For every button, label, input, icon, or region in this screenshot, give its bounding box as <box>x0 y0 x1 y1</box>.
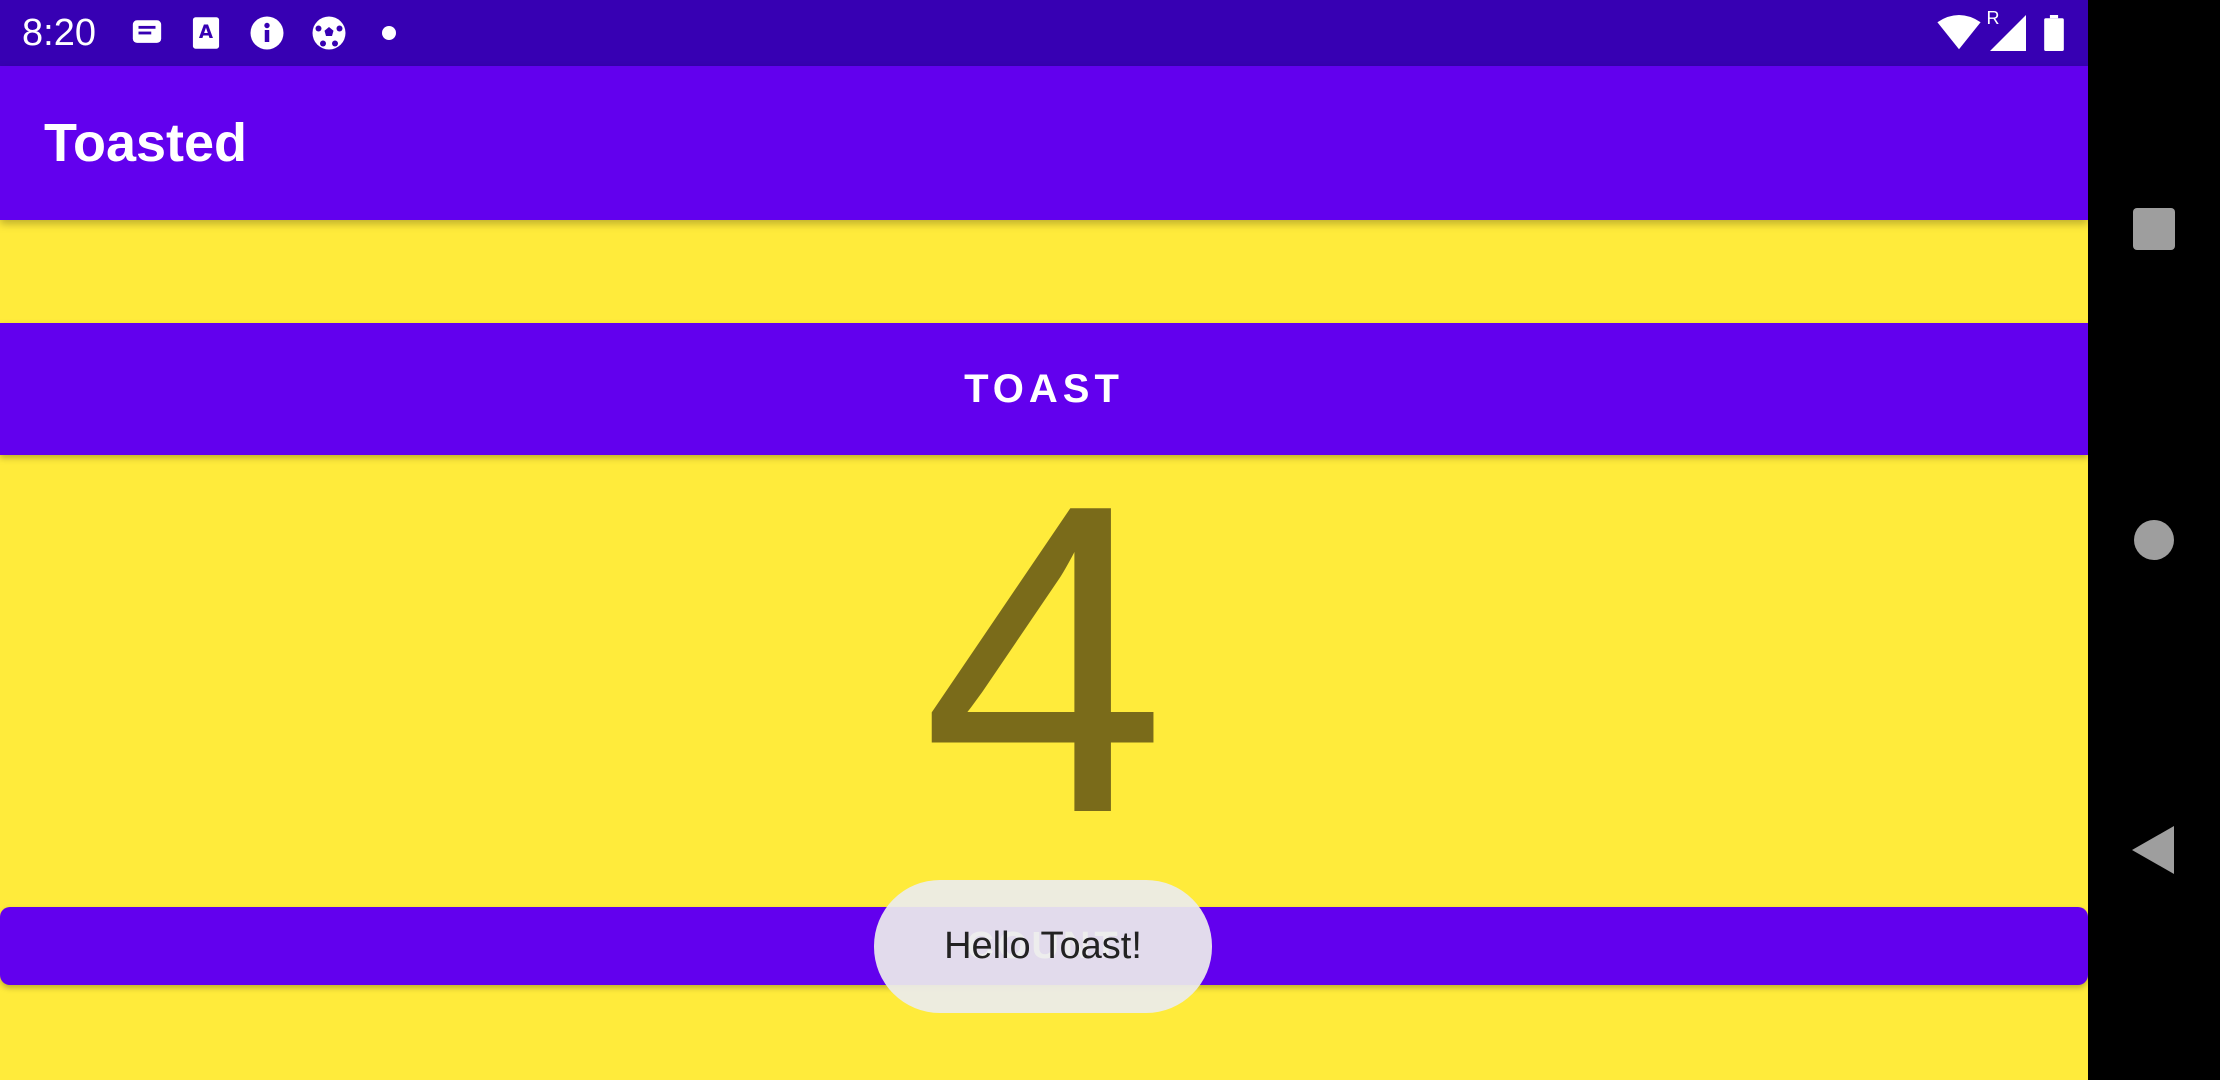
wifi-icon <box>1936 14 1982 52</box>
app-title: Toasted <box>44 113 248 173</box>
count-display: 4 <box>921 414 1167 905</box>
status-time: 8:20 <box>22 12 96 54</box>
dot-icon <box>380 14 398 52</box>
soccer-ball-icon <box>310 14 348 52</box>
back-icon[interactable] <box>2132 826 2174 874</box>
navigation-bar <box>2088 0 2220 1080</box>
info-icon <box>248 14 286 52</box>
app-screen: 8:20 A R Toasted TOAST 4 COUNT He <box>0 0 2088 1080</box>
app-bar: Toasted <box>0 66 2088 220</box>
status-bar: 8:20 A R <box>0 0 2088 66</box>
toast-message: Hello Toast! <box>874 880 1212 1013</box>
svg-text:A: A <box>199 22 214 43</box>
recents-icon[interactable] <box>2133 208 2175 250</box>
battery-icon <box>2042 14 2066 52</box>
home-icon[interactable] <box>2134 520 2174 560</box>
signal-icon <box>1990 14 2026 52</box>
message-icon <box>130 14 164 52</box>
a-translate-icon: A <box>190 14 222 52</box>
